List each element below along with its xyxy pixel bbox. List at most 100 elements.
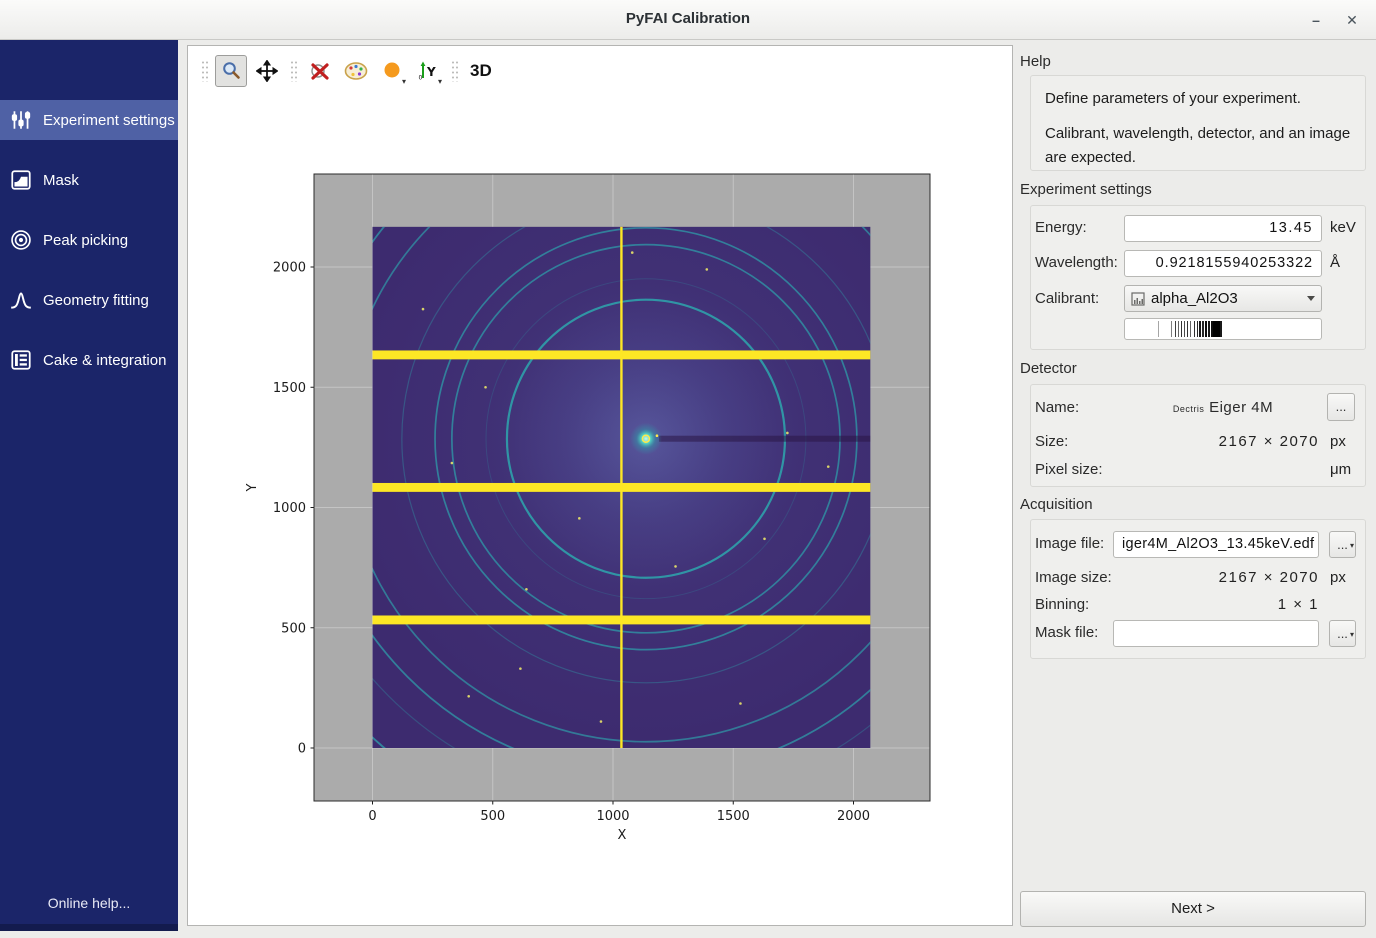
pixel-size-unit: μm — [1330, 461, 1351, 478]
detector-size-label: Size: — [1035, 433, 1068, 450]
pixel-size-label: Pixel size: — [1035, 461, 1103, 478]
wavelength-label: Wavelength: — [1035, 254, 1118, 271]
peak-curve-icon — [9, 288, 33, 312]
calibrant-rings-preview — [1124, 318, 1322, 340]
image-size-value: 2167 × 2070 — [1124, 569, 1319, 586]
sidebar-item-label: Mask — [43, 172, 79, 189]
zoom-tool-button[interactable] — [215, 55, 247, 87]
dropdown-caret-icon: ▾ — [1350, 533, 1354, 558]
online-help-link[interactable]: Online help... — [0, 895, 178, 911]
minimize-button[interactable]: – — [1304, 8, 1328, 32]
svg-text:1500: 1500 — [717, 809, 750, 824]
detector-name-label: Name: — [1035, 399, 1079, 416]
svg-text:1500: 1500 — [273, 381, 306, 396]
binning-label: Binning: — [1035, 596, 1089, 613]
detector-more-button[interactable]: ... — [1327, 393, 1355, 421]
acquisition-section-title: Acquisition — [1020, 496, 1093, 513]
sidebar-item-label: Experiment settings — [43, 112, 175, 129]
toolbar-handle — [451, 60, 458, 82]
dropdown-caret-icon: ▾ — [1350, 622, 1354, 647]
binning-value: 1 × 1 — [1124, 596, 1319, 613]
calibrant-histogram-icon — [1131, 292, 1145, 306]
toolbar-handle — [290, 60, 297, 82]
mask-file-input[interactable] — [1113, 620, 1319, 647]
experiment-settings-box: Energy: 13.45 keV Wavelength: 0.92181559… — [1030, 205, 1366, 350]
detector-box: Name: Dectris Eiger 4M ... Size: 2167 × … — [1030, 384, 1366, 487]
svg-text:Y: Y — [245, 483, 260, 492]
svg-text:1000: 1000 — [273, 501, 306, 516]
dropdown-caret-icon: ▾ — [438, 78, 442, 86]
detector-section-title: Detector — [1020, 360, 1077, 377]
toolbar-handle — [201, 60, 208, 82]
remove-marker-button[interactable] — [304, 55, 336, 87]
mask-value-button[interactable]: ▾ — [376, 55, 408, 87]
image-file-input[interactable]: iger4M_Al2O3_13.45keV.edf — [1113, 531, 1319, 558]
help-section-title: Help — [1020, 53, 1051, 70]
help-text-line2: Calibrant, wavelength, detector, and an … — [1045, 122, 1351, 169]
concentric-rings-icon — [9, 228, 33, 252]
y-axis-orientation-button[interactable]: Y 0 ▾ — [412, 55, 444, 87]
sidebar: Experiment settings Mask Peak picking Ge… — [0, 40, 178, 931]
image-file-label: Image file: — [1035, 535, 1104, 552]
calibrant-select[interactable]: alpha_Al2O3 — [1124, 285, 1322, 312]
energy-input[interactable]: 13.45 — [1124, 215, 1322, 242]
sidebar-bottom-strip — [0, 924, 178, 931]
red-cross-icon — [308, 59, 332, 83]
detector-size-unit: px — [1330, 433, 1346, 450]
magnifier-icon — [220, 60, 242, 82]
image-file-browse-button[interactable]: ... ▾ — [1329, 531, 1356, 558]
svg-text:2000: 2000 — [837, 809, 870, 824]
app-window: PyFAI Calibration – ✕ Experiment setting… — [0, 0, 1376, 938]
wavelength-input[interactable]: 0.9218155940253322 — [1124, 250, 1322, 277]
image-size-unit: px — [1330, 569, 1346, 586]
svg-text:X: X — [618, 828, 627, 843]
svg-text:Y: Y — [426, 65, 436, 79]
energy-label: Energy: — [1035, 219, 1087, 236]
image-size-label: Image size: — [1035, 569, 1112, 586]
help-box: Define parameters of your experiment. Ca… — [1030, 75, 1366, 171]
experiment-section-title: Experiment settings — [1020, 181, 1152, 198]
sidebar-item-peak-picking[interactable]: Peak picking — [0, 220, 178, 260]
settings-panel: Help Define parameters of your experimen… — [1020, 40, 1366, 938]
sidebar-item-experiment-settings[interactable]: Experiment settings — [0, 100, 178, 140]
svg-text:0: 0 — [419, 75, 423, 82]
window-title: PyFAI Calibration — [0, 10, 1376, 27]
dropdown-caret-icon: ▾ — [402, 78, 406, 86]
svg-text:500: 500 — [281, 621, 306, 636]
close-button[interactable]: ✕ — [1340, 8, 1364, 32]
svg-text:2000: 2000 — [273, 261, 306, 276]
browse-label: ... — [1337, 626, 1348, 641]
svg-text:0: 0 — [368, 809, 376, 824]
diffraction-image-plot[interactable]: 0 500 1000 1500 2000 0 500 1000 1500 2000 X Y — [188, 46, 1012, 925]
y-axis-icon: Y 0 — [416, 60, 440, 82]
plot-toolbar: ▾ Y 0 ▾ 3D — [196, 53, 499, 89]
plot-panel: 0 500 1000 1500 2000 0 500 1000 1500 2000 X Y — [187, 45, 1013, 926]
titlebar: PyFAI Calibration – ✕ — [0, 0, 1376, 40]
pan-tool-button[interactable] — [251, 55, 283, 87]
next-button[interactable]: Next > — [1020, 891, 1366, 927]
pan-arrows-icon — [256, 60, 278, 82]
mask-file-browse-button[interactable]: ... ▾ — [1329, 620, 1356, 647]
chevron-down-icon — [1307, 296, 1315, 301]
sidebar-item-label: Peak picking — [43, 232, 128, 249]
detector-name-value: Dectris Eiger 4M — [1124, 399, 1322, 416]
sliders-icon — [9, 108, 33, 132]
sidebar-item-label: Geometry fitting — [43, 292, 149, 309]
integration-icon — [9, 348, 33, 372]
detector-size-value: 2167 × 2070 — [1124, 433, 1319, 450]
svg-text:500: 500 — [480, 809, 505, 824]
energy-unit: keV — [1330, 219, 1356, 236]
sidebar-item-cake-integration[interactable]: Cake & integration — [0, 340, 178, 380]
view-3d-button[interactable]: 3D — [465, 55, 497, 87]
acquisition-box: Image file: iger4M_Al2O3_13.45keV.edf ..… — [1030, 519, 1366, 659]
calibrant-label: Calibrant: — [1035, 290, 1099, 307]
sidebar-item-mask[interactable]: Mask — [0, 160, 178, 200]
sidebar-item-geometry-fitting[interactable]: Geometry fitting — [0, 280, 178, 320]
orange-dot-icon — [381, 60, 403, 82]
svg-text:0: 0 — [298, 742, 306, 757]
calibrant-value: alpha_Al2O3 — [1151, 290, 1238, 307]
wavelength-unit: Å — [1330, 254, 1340, 271]
detector-vendor-text: Dectris — [1173, 404, 1205, 414]
svg-text:1000: 1000 — [596, 809, 629, 824]
colormap-button[interactable] — [340, 55, 372, 87]
